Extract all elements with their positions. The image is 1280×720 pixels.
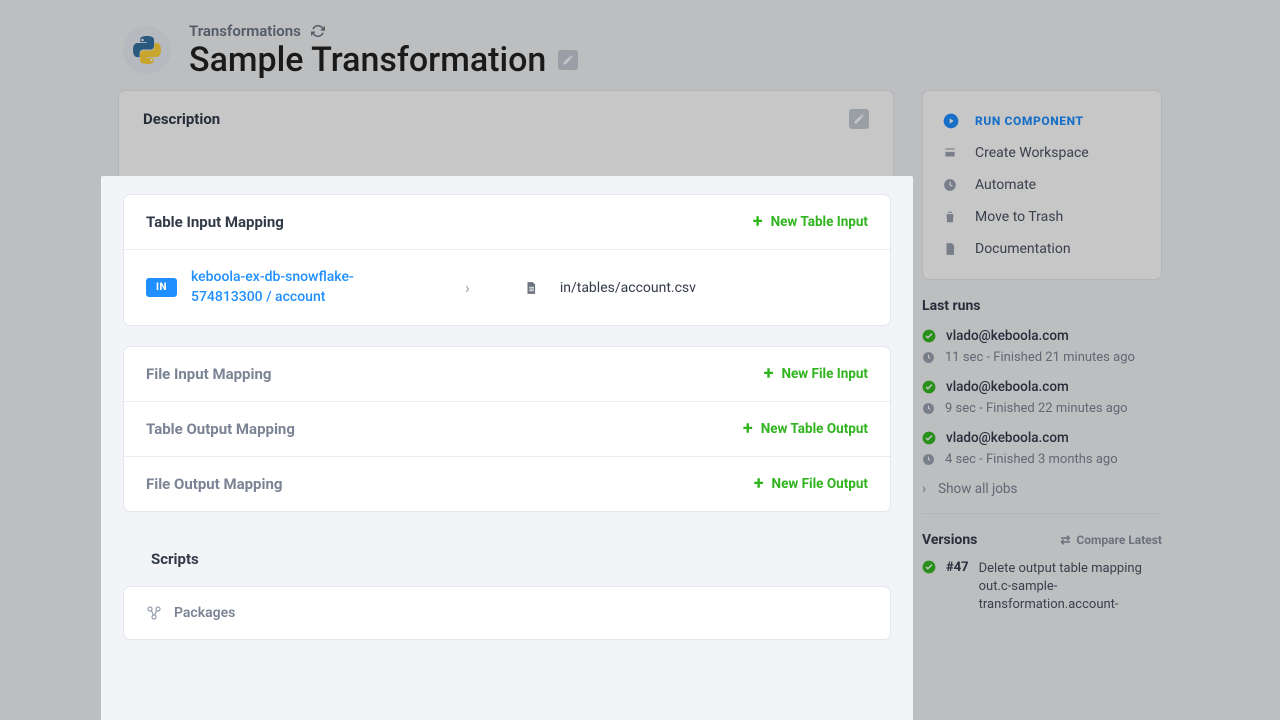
table-output-mapping-title: Table Output Mapping <box>146 420 295 438</box>
packages-icon <box>146 605 162 621</box>
table-input-mapping-title: Table Input Mapping <box>146 213 284 231</box>
new-table-input-button[interactable]: + New Table Input <box>753 213 868 231</box>
table-input-row[interactable]: IN keboola-ex-db-snowflake-574813300 / a… <box>124 250 890 325</box>
file-icon <box>524 280 538 296</box>
source-table-link[interactable]: keboola-ex-db-snowflake-574813300 / acco… <box>191 268 391 307</box>
chevron-right-icon: › <box>465 278 470 297</box>
new-file-output-button[interactable]: +New File Output <box>754 475 868 493</box>
file-output-mapping-title: File Output Mapping <box>146 475 282 493</box>
plus-icon: + <box>753 213 763 231</box>
file-input-mapping-title: File Input Mapping <box>146 365 271 383</box>
packages-row[interactable]: Packages <box>124 587 890 639</box>
plus-icon: + <box>764 365 774 383</box>
plus-icon: + <box>754 475 764 493</box>
mapping-panel: Table Input Mapping + New Table Input IN… <box>101 176 913 720</box>
new-file-input-button[interactable]: +New File Input <box>764 365 868 383</box>
scripts-heading: Scripts <box>123 532 891 586</box>
new-table-output-button[interactable]: +New Table Output <box>743 420 868 438</box>
other-mappings-card: File Input Mapping +New File Input Table… <box>123 346 891 512</box>
in-badge: IN <box>146 278 177 297</box>
packages-card: Packages <box>123 586 891 640</box>
table-input-mapping-card: Table Input Mapping + New Table Input IN… <box>123 194 891 326</box>
destination-path: in/tables/account.csv <box>560 280 696 296</box>
plus-icon: + <box>743 420 753 438</box>
